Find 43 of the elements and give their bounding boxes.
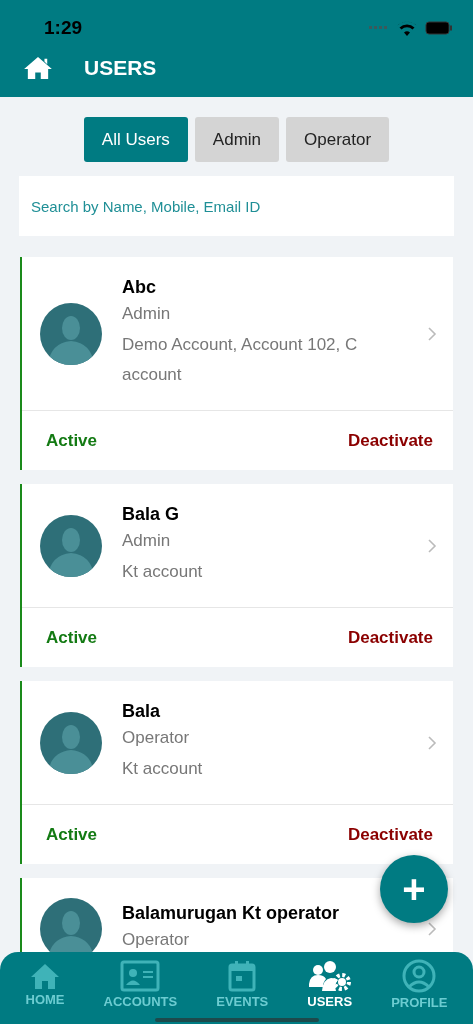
chevron-icon	[428, 538, 437, 553]
signal-icon	[369, 26, 389, 30]
status-time: 1:29	[44, 17, 83, 39]
avatar-icon	[40, 711, 102, 774]
avatar-icon	[40, 302, 102, 365]
page-title: USERS	[84, 56, 157, 80]
chevron-icon	[428, 735, 437, 750]
calendar-icon	[228, 959, 257, 992]
user-status: Active	[46, 430, 98, 451]
profile-icon	[402, 958, 437, 993]
user-card[interactable]: Bala G Admin Kt account Active Deactivate	[20, 484, 453, 667]
id-card-icon	[120, 959, 161, 992]
chevron-icon	[428, 922, 437, 936]
user-role: Admin	[122, 530, 172, 552]
deactivate-button[interactable]: Deactivate	[347, 430, 433, 451]
user-status: Active	[46, 824, 98, 845]
user-card[interactable]: Bala Operator Kt account Active Deactivate	[20, 681, 453, 864]
avatar-icon	[40, 514, 102, 577]
user-name: Bala G	[122, 504, 181, 525]
user-role: Admin	[122, 303, 172, 325]
user-name: Balamurugan Kt operator	[122, 903, 341, 924]
user-accounts: Demo Account, Account 102, C account	[122, 334, 359, 386]
user-card[interactable]: Abc Admin Demo Account, Account 102, C account Active Deactivate	[20, 257, 453, 470]
user-name: Abc	[122, 277, 157, 298]
filter-tab[interactable]: Operator	[286, 117, 390, 162]
wifi-icon	[397, 20, 417, 36]
tab-bar-item[interactable]: USERS	[307, 959, 353, 1009]
filter-tab[interactable]: All Users	[83, 117, 188, 162]
users-gear-icon	[307, 959, 352, 992]
user-role: Operator	[122, 929, 191, 951]
user-status: Active	[46, 627, 98, 648]
user-role: Operator	[122, 727, 191, 749]
home-icon	[30, 961, 60, 990]
filter-tab[interactable]: Admin	[194, 117, 280, 162]
user-accounts: Kt account	[122, 758, 204, 780]
search-field[interactable]: Search by Name, Mobile, Email ID	[19, 176, 454, 236]
home-icon[interactable]	[24, 56, 52, 80]
user-accounts: Kt account	[122, 561, 204, 583]
chevron-icon	[428, 326, 437, 341]
battery-icon	[425, 21, 453, 35]
deactivate-button[interactable]: Deactivate	[347, 824, 433, 845]
deactivate-button[interactable]: Deactivate	[347, 627, 433, 648]
user-name: Bala	[122, 701, 162, 722]
